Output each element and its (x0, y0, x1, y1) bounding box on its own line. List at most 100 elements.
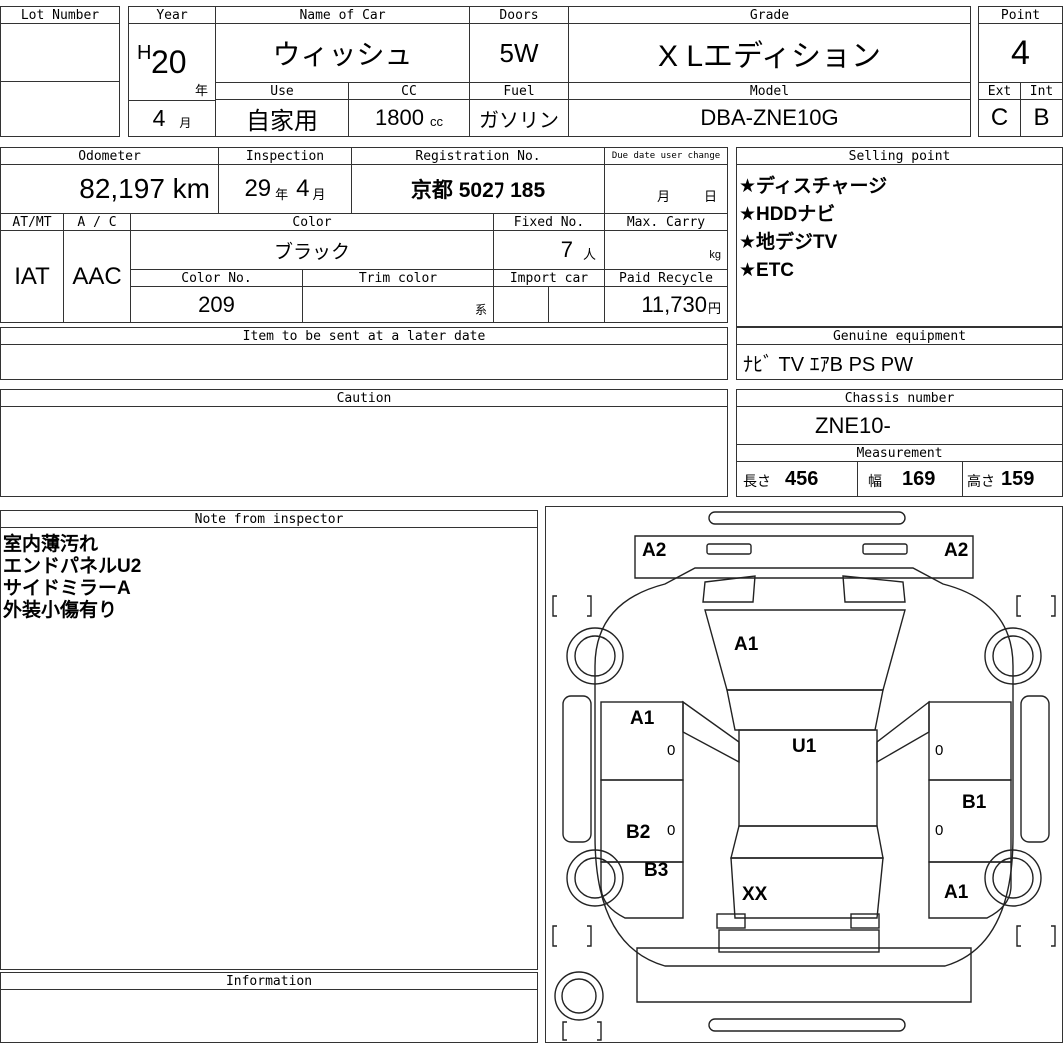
height-value: 159 (1001, 467, 1035, 490)
selling-point-panel: ★ディスチャージ ★HDDナビ ★地デジTV ★ETC (736, 164, 1063, 327)
front-bumper (708, 511, 906, 525)
left-tail-light (716, 913, 746, 929)
mark-front-left-corner: A2 (642, 540, 667, 561)
atmt-value: IAT (0, 230, 64, 323)
right-mirror (876, 700, 930, 764)
month-unit: 月 (179, 116, 192, 130)
month-cell: 4 月 (128, 100, 216, 137)
inspection-year: 29 (244, 175, 272, 202)
due-month-unit: 月 (656, 188, 670, 204)
rear-bar (708, 1018, 906, 1032)
cc-unit: cc (429, 113, 443, 129)
right-quarter (928, 861, 1012, 919)
atmt-label: AT/MT (0, 213, 64, 231)
cc-cell: 1800 cc (348, 99, 470, 137)
mark-front-right-door-zero: 0 (935, 742, 944, 759)
max-carry-label: Max. Carry (604, 213, 728, 231)
color-value: ブラック (130, 230, 494, 270)
import-car-cell-left (493, 286, 549, 323)
windshield (726, 689, 884, 731)
length-cell: 長さ 456 (736, 461, 858, 497)
car-body-outline (594, 567, 1014, 967)
width-cell: 幅 169 (857, 461, 963, 497)
due-date-cell: 月 日 (604, 164, 728, 214)
grade-label: Grade (568, 6, 971, 24)
max-carry-cell: kg (604, 230, 728, 270)
odometer-label: Odometer (0, 147, 219, 165)
selling-point-label: Selling point (736, 147, 1063, 165)
caution-cell (0, 406, 728, 497)
color-label: Color (130, 213, 494, 231)
rear-left-wheel-inner (574, 857, 616, 899)
inspector-note-line: 外装小傷有り (3, 600, 118, 621)
inspection-month-unit: 月 (312, 186, 326, 202)
registration-value: 京都 502ﾌ 185 (351, 164, 605, 214)
year-unit: 年 (195, 83, 209, 98)
int-label: Int (1020, 82, 1063, 100)
point-label: Point (978, 6, 1063, 24)
paid-recycle-label: Paid Recycle (604, 269, 728, 287)
selling-point-item: ★地デジTV (739, 232, 838, 253)
year-value: 20 (151, 44, 187, 80)
registration-label: Registration No. (351, 147, 605, 165)
year-cell: H 20 年 (128, 23, 216, 101)
front-right-bracket (1016, 595, 1056, 617)
mark-front-right-corner: A2 (944, 540, 969, 561)
chassis-value: ZNE10- (736, 406, 1063, 445)
inspection-month: 4 (296, 175, 310, 202)
fixed-no-label: Fixed No. (493, 213, 605, 231)
mark-rear-right-door: B1 (962, 792, 987, 813)
rear-right-bracket (1016, 925, 1056, 947)
fuel-value: ガソリン (469, 99, 569, 137)
rear-left-door (600, 779, 684, 863)
doors-value: 5W (469, 23, 569, 83)
fixed-no-value: 7 (560, 237, 573, 262)
mark-rear-right-quarter: A1 (944, 882, 969, 903)
import-car-label: Import car (493, 269, 605, 287)
point-value: 4 (978, 23, 1063, 83)
trim-color-cell: 系 (302, 286, 494, 323)
left-headlight (706, 543, 752, 555)
left-side-sill (562, 695, 592, 843)
later-date-cell (0, 344, 728, 380)
mark-rear-right-door-zero: 0 (935, 822, 944, 839)
bottom-bracket (562, 1021, 602, 1041)
month-value: 4 (152, 105, 166, 131)
fixed-no-cell: 7 人 (493, 230, 605, 270)
selling-point-item: ★ETC (739, 260, 795, 281)
right-fog-light (842, 575, 906, 603)
cc-label: CC (348, 82, 470, 100)
right-side-sill (1020, 695, 1050, 843)
mark-rear-left-quarter: B3 (644, 860, 669, 881)
inspector-note-label: Note from inspector (0, 510, 538, 528)
right-tail-light (850, 913, 880, 929)
ext-label: Ext (978, 82, 1021, 100)
color-no-value: 209 (130, 286, 303, 323)
front-bumper-area (634, 535, 974, 579)
selling-point-item: ★HDDナビ (739, 204, 836, 225)
odometer-value: 82,197 km (0, 164, 219, 214)
paid-recycle-unit: 円 (707, 301, 721, 316)
inspection-cell: 29 年 4 月 (218, 164, 352, 214)
spare-wheel-inner (561, 978, 597, 1014)
grade-value: X Lエディション (568, 23, 971, 83)
genuine-equipment-label: Genuine equipment (736, 327, 1063, 345)
right-headlight (862, 543, 908, 555)
front-right-door (928, 701, 1012, 781)
information-label: Information (0, 972, 538, 990)
rear-right-wheel-inner (992, 857, 1034, 899)
paid-recycle-cell: 11,730 円 (604, 286, 728, 323)
inspector-note-line: 室内薄汚れ (3, 534, 99, 555)
mark-front-left-door-zero: 0 (667, 742, 676, 759)
trim-color-unit: 系 (474, 303, 487, 317)
import-car-cell-right (548, 286, 605, 323)
width-value: 169 (902, 467, 936, 490)
year-label: Year (128, 6, 216, 24)
rear-left-bracket (552, 925, 592, 947)
later-date-label: Item to be sent at a later date (0, 327, 728, 345)
lot-number-label: Lot Number (0, 6, 120, 24)
model-label: Model (568, 82, 971, 100)
cc-value: 1800 (375, 105, 424, 130)
mark-front-left-door: A1 (630, 708, 655, 729)
genuine-equipment-value: ﾅﾋﾞ TV ｴｱB PS PW (736, 344, 1063, 380)
